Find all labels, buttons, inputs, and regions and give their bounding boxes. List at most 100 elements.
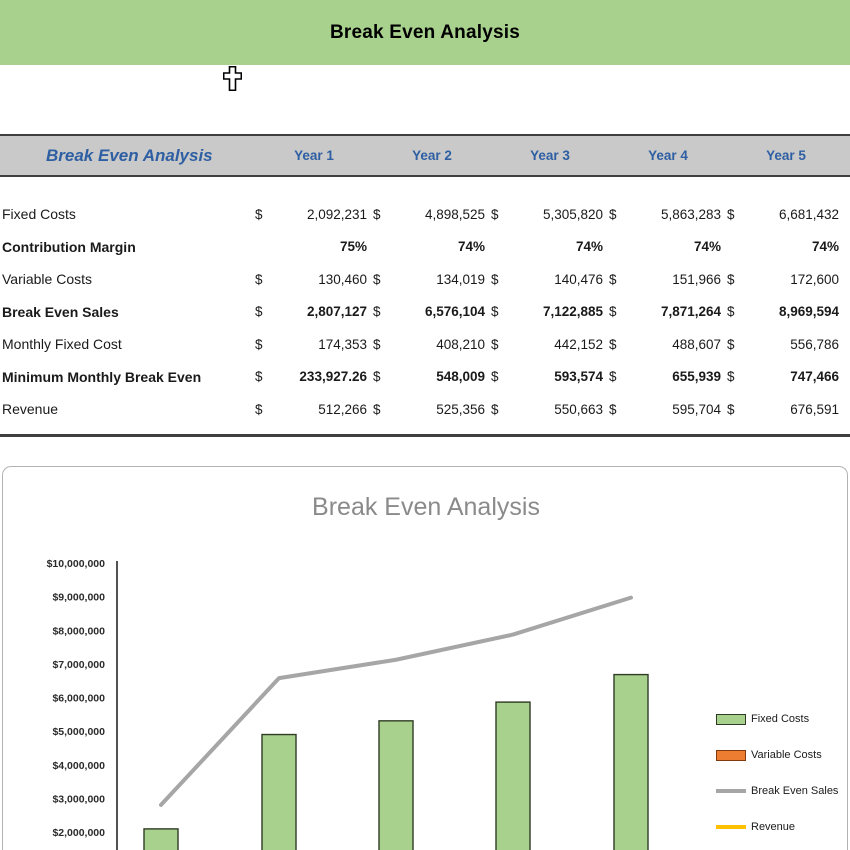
- table-cell[interactable]: $7,871,264: [609, 304, 727, 319]
- currency-symbol: $: [255, 271, 263, 287]
- y-axis-tick-label: $6,000,000: [52, 693, 105, 705]
- table-cell[interactable]: $151,966: [609, 272, 727, 287]
- table-header-row: Break Even Analysis Year 1 Year 2 Year 3…: [0, 134, 850, 177]
- column-header-year-2[interactable]: Year 2: [373, 148, 491, 163]
- y-axis-tick-label: $9,000,000: [52, 592, 105, 604]
- row-label: Fixed Costs: [2, 206, 76, 223]
- break-even-table: Break Even Analysis Year 1 Year 2 Year 3…: [0, 134, 850, 437]
- table-cell[interactable]: $5,863,283: [609, 207, 727, 222]
- table-cell[interactable]: $4,898,525: [373, 207, 491, 222]
- table-cell[interactable]: $408,210: [373, 337, 491, 352]
- cell-value: 2,807,127: [306, 304, 367, 320]
- currency-symbol: $: [727, 369, 735, 385]
- table-cell[interactable]: $2,807,127: [255, 304, 373, 319]
- table-cell[interactable]: $130,460: [255, 272, 373, 287]
- page-banner: Break Even Analysis: [0, 0, 850, 65]
- table-row: Monthly Fixed Cost $174,353 $408,210 $442,1…: [0, 328, 850, 361]
- currency-symbol: $: [491, 206, 499, 222]
- table-cell[interactable]: $747,466: [727, 369, 845, 384]
- currency-symbol: $: [373, 369, 381, 385]
- column-header-year-3[interactable]: Year 3: [491, 148, 609, 163]
- currency-symbol: $: [255, 304, 263, 320]
- cell-value: 595,704: [672, 401, 721, 417]
- table-cell[interactable]: $655,939: [609, 369, 727, 384]
- cell-value: 74%: [575, 239, 603, 255]
- chart-bar-fixed-costs[interactable]: [495, 701, 531, 850]
- cell-value: 488,607: [672, 336, 721, 352]
- legend-swatch-box: [716, 749, 746, 761]
- table-cell[interactable]: $75%: [255, 239, 373, 254]
- table-body: Fixed Costs $2,092,231 $4,898,525 $5,305,82…: [0, 177, 850, 426]
- table-cell[interactable]: $74%: [727, 239, 845, 254]
- cell-value: 408,210: [436, 336, 485, 352]
- legend-item[interactable]: Break Even Sales: [716, 773, 838, 809]
- y-axis-tick-label: $4,000,000: [52, 760, 105, 772]
- cell-value: 172,600: [790, 271, 839, 287]
- table-cell[interactable]: $7,122,885: [491, 304, 609, 319]
- row-label: Monthly Fixed Cost: [2, 336, 122, 353]
- legend-label: Fixed Costs: [751, 713, 810, 725]
- currency-symbol: $: [491, 401, 499, 417]
- chart-bar-fixed-costs[interactable]: [378, 720, 414, 850]
- cell-select-cross-cursor: [223, 66, 242, 91]
- table-cell[interactable]: $556,786: [727, 337, 845, 352]
- currency-symbol: $: [373, 304, 381, 320]
- currency-symbol: $: [609, 401, 617, 417]
- table-cell[interactable]: $593,574: [491, 369, 609, 384]
- cell-value: 130,460: [318, 271, 367, 287]
- table-row: Minimum Monthly Break Even $233,927.26 $54…: [0, 361, 850, 394]
- cell-value: 747,466: [790, 369, 839, 385]
- currency-symbol: $: [609, 336, 617, 352]
- table-cell[interactable]: $512,266: [255, 402, 373, 417]
- currency-symbol: $: [373, 271, 381, 287]
- legend-label: Break Even Sales: [751, 785, 839, 797]
- table-cell[interactable]: $134,019: [373, 272, 491, 287]
- cell-value: 556,786: [790, 336, 839, 352]
- table-cell[interactable]: $550,663: [491, 402, 609, 417]
- chart-bar-fixed-costs[interactable]: [613, 673, 649, 850]
- table-cell[interactable]: $2,092,231: [255, 207, 373, 222]
- legend-item[interactable]: Variable Costs: [716, 737, 838, 773]
- table-cell[interactable]: $140,476: [491, 272, 609, 287]
- cell-value: 8,969,594: [778, 304, 839, 320]
- table-cell[interactable]: $74%: [491, 239, 609, 254]
- table-cell[interactable]: $8,969,594: [727, 304, 845, 319]
- legend-item[interactable]: Revenue: [716, 809, 838, 845]
- table-cell[interactable]: $74%: [609, 239, 727, 254]
- currency-symbol: $: [491, 271, 499, 287]
- table-cell[interactable]: $6,576,104: [373, 304, 491, 319]
- table-cell[interactable]: $172,600: [727, 272, 845, 287]
- table-cell[interactable]: $5,305,820: [491, 207, 609, 222]
- column-header-year-1[interactable]: Year 1: [255, 148, 373, 163]
- table-bottom-rule: [0, 433, 850, 437]
- table-cell[interactable]: $442,152: [491, 337, 609, 352]
- table-cell[interactable]: $525,356: [373, 402, 491, 417]
- table-cell[interactable]: $595,704: [609, 402, 727, 417]
- table-cell[interactable]: $6,681,432: [727, 207, 845, 222]
- table-cell[interactable]: $676,591: [727, 402, 845, 417]
- cell-value: 6,576,104: [424, 304, 485, 320]
- column-header-year-5[interactable]: Year 5: [727, 148, 845, 163]
- legend-label: Variable Costs: [751, 749, 822, 761]
- chart-bar-fixed-costs[interactable]: [143, 828, 179, 850]
- table-cell[interactable]: $74%: [373, 239, 491, 254]
- currency-symbol: $: [491, 304, 499, 320]
- table-cell[interactable]: $488,607: [609, 337, 727, 352]
- table-cell[interactable]: $233,927.26: [255, 369, 373, 384]
- currency-symbol: $: [727, 271, 735, 287]
- table-cell[interactable]: $174,353: [255, 337, 373, 352]
- table-row: Fixed Costs $2,092,231 $4,898,525 $5,305,82…: [0, 198, 850, 231]
- currency-symbol: $: [727, 401, 735, 417]
- cell-value: 140,476: [554, 271, 603, 287]
- column-header-year-4[interactable]: Year 4: [609, 148, 727, 163]
- chart-bar-fixed-costs[interactable]: [261, 733, 297, 850]
- table-cell[interactable]: $548,009: [373, 369, 491, 384]
- currency-symbol: $: [609, 206, 617, 222]
- row-label: Contribution Margin: [2, 238, 136, 255]
- currency-symbol: $: [609, 369, 617, 385]
- legend-item[interactable]: Fixed Costs: [716, 701, 838, 737]
- y-axis-tick-label: $7,000,000: [52, 659, 105, 671]
- cell-value: 233,927.26: [299, 369, 367, 385]
- table-row: Variable Costs $130,460 $134,019 $140,476 $1…: [0, 263, 850, 296]
- legend-label: Revenue: [751, 821, 796, 833]
